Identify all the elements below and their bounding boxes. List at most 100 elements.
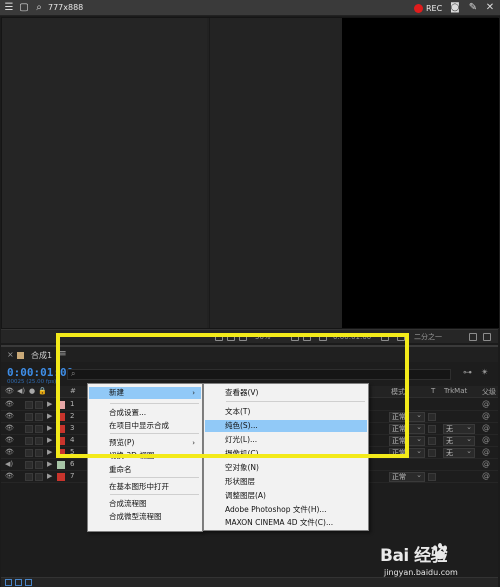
close-icon[interactable]: ✕ <box>484 2 496 14</box>
expand-triangle-icon[interactable]: ▶ <box>47 448 52 456</box>
track-matte-select[interactable]: 无 <box>443 435 475 446</box>
camera-icon[interactable]: ◙ <box>449 2 461 14</box>
parent-pickwhip-icon[interactable]: @ <box>482 423 490 432</box>
annotation-highlight-box <box>56 333 409 458</box>
watermark-url: jingyan.baidu.com <box>384 568 458 577</box>
eye-column-icon: 👁 <box>5 387 14 395</box>
parent-pickwhip-icon[interactable]: @ <box>482 399 490 408</box>
composition-canvas[interactable] <box>342 18 499 328</box>
blend-mode-select[interactable]: 正常 <box>389 471 425 482</box>
context-menu-item[interactable]: 在基本图形中打开 <box>89 481 201 493</box>
expand-triangle-icon[interactable]: ▶ <box>47 472 52 480</box>
pen-icon[interactable]: ✎ <box>467 2 479 14</box>
parent-pickwhip-icon[interactable]: @ <box>482 447 490 456</box>
track-matte-select[interactable]: 无 <box>443 423 475 434</box>
visibility-eye-icon[interactable]: 👁 <box>5 412 14 420</box>
lock-column-icon: 🔒 <box>38 387 47 395</box>
lock-switch[interactable] <box>35 461 43 469</box>
visibility-eye-icon[interactable]: ◀) <box>5 460 13 468</box>
viewer-pane-middle <box>209 18 340 328</box>
preserve-transparency-checkbox[interactable] <box>428 473 436 481</box>
preserve-transparency-checkbox[interactable] <box>428 425 436 433</box>
search-icon[interactable]: ⌕ <box>33 2 45 14</box>
capture-size-label: 777x888 <box>48 3 84 12</box>
solo-switch[interactable] <box>25 473 33 481</box>
resolution-select[interactable]: 二分之一 <box>414 332 442 342</box>
context-menu-item[interactable]: 重命名 <box>89 464 201 476</box>
submenu-item[interactable]: 空对象(N) <box>205 462 367 474</box>
preserve-transparency-checkbox[interactable] <box>428 413 436 421</box>
expand-triangle-icon[interactable]: ▶ <box>47 412 52 420</box>
transparency-grid-icon[interactable] <box>483 333 491 341</box>
submenu-item[interactable]: 调整图层(A) <box>205 490 367 502</box>
visibility-eye-icon[interactable]: 👁 <box>5 424 14 432</box>
expand-triangle-icon[interactable]: ▶ <box>47 436 52 444</box>
lock-switch[interactable] <box>35 413 43 421</box>
close-tab-icon[interactable]: × <box>7 350 14 359</box>
menu-icon[interactable]: ☰ <box>3 2 15 14</box>
solo-switch[interactable] <box>25 461 33 469</box>
column-parent: 父级 <box>482 388 496 396</box>
toggle-switches-icon[interactable] <box>5 579 12 586</box>
context-menu-item[interactable]: 合成微型流程图 <box>89 511 201 523</box>
visibility-eye-icon[interactable]: 👁 <box>5 472 14 480</box>
audio-column-icon: ◀) <box>17 387 26 395</box>
context-menu-item[interactable]: 合成流程图 <box>89 498 201 510</box>
comp-flowchart-icon[interactable]: ⊶ <box>463 368 472 378</box>
parent-pickwhip-icon[interactable]: @ <box>482 459 490 468</box>
lock-switch[interactable] <box>35 473 43 481</box>
menu-item-label: 空对象(N) <box>225 463 259 472</box>
menu-separator <box>110 494 199 495</box>
solo-switch[interactable] <box>25 401 33 409</box>
parent-pickwhip-icon[interactable]: @ <box>482 471 490 480</box>
menu-item-label: 重命名 <box>109 465 132 474</box>
solo-switch[interactable] <box>25 413 33 421</box>
frame-count: 00025 (25.00 fps) <box>7 379 57 385</box>
submenu-item[interactable]: MAXON CINEMA 4D 文件(C)... <box>205 517 367 529</box>
layer-label-color[interactable] <box>57 473 65 481</box>
menu-item-label: 合成流程图 <box>109 499 147 508</box>
layer-number: 6 <box>70 460 75 468</box>
solo-switch[interactable] <box>25 449 33 457</box>
submenu-item[interactable]: Adobe Photoshop 文件(H)... <box>205 504 367 516</box>
toggle-inout-icon[interactable] <box>25 579 32 586</box>
parent-pickwhip-icon[interactable]: @ <box>482 435 490 444</box>
visibility-eye-icon[interactable]: 👁 <box>5 436 14 444</box>
track-matte-select[interactable]: 无 <box>443 447 475 458</box>
capture-toolbar: ☰ ▢ ⌕ 777x888 REC ◙ ✎ ✕ <box>0 0 500 16</box>
layer-label-color[interactable] <box>57 461 65 469</box>
solo-switch[interactable] <box>25 437 33 445</box>
lock-switch[interactable] <box>35 425 43 433</box>
expand-triangle-icon[interactable]: ▶ <box>47 424 52 432</box>
composition-viewer[interactable] <box>1 17 499 329</box>
tab-composition[interactable]: 合成1 <box>31 350 52 361</box>
rec-label: REC <box>426 3 443 13</box>
menu-item-label: MAXON CINEMA 4D 文件(C)... <box>225 518 334 527</box>
window-icon[interactable]: ▢ <box>18 2 30 14</box>
visibility-eye-icon[interactable]: 👁 <box>5 400 14 408</box>
menu-separator <box>110 477 199 478</box>
menu-item-label: 形状图层 <box>225 477 255 486</box>
parent-pickwhip-icon[interactable]: @ <box>482 411 490 420</box>
menu-item-label: 调整图层(A) <box>225 491 266 500</box>
menu-item-label: 在基本图形中打开 <box>109 482 169 491</box>
preserve-transparency-checkbox[interactable] <box>428 449 436 457</box>
column-t: T <box>431 387 436 395</box>
roi-icon[interactable] <box>469 333 477 341</box>
lock-switch[interactable] <box>35 449 43 457</box>
submenu-item[interactable]: 形状图层 <box>205 476 367 488</box>
baidu-jingyan-watermark: Bai 经验 jingyan.baidu.com <box>380 541 498 585</box>
lock-switch[interactable] <box>35 437 43 445</box>
layer-number: 7 <box>70 472 75 480</box>
rec-button[interactable]: REC <box>414 2 442 14</box>
menu-item-label: 合成微型流程图 <box>109 512 162 521</box>
toggle-modes-icon[interactable] <box>15 579 22 586</box>
lock-switch[interactable] <box>35 401 43 409</box>
expand-triangle-icon[interactable]: ▶ <box>47 460 52 468</box>
preserve-transparency-checkbox[interactable] <box>428 437 436 445</box>
graph-editor-icon[interactable]: ✴ <box>481 368 489 378</box>
expand-triangle-icon[interactable]: ▶ <box>47 400 52 408</box>
visibility-eye-icon[interactable]: 👁 <box>5 448 14 456</box>
paw-icon <box>433 543 447 560</box>
solo-switch[interactable] <box>25 425 33 433</box>
